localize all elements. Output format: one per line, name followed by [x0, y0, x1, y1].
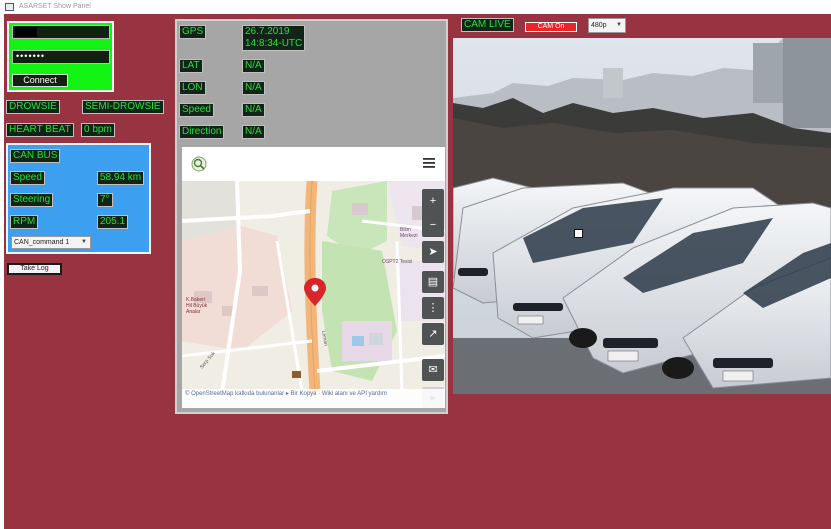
info-button[interactable]: ⋮ [422, 297, 444, 319]
direction-value: N/A [242, 125, 265, 139]
resolution-select[interactable]: 480p ▼ [588, 18, 626, 33]
chevron-down-icon: ▼ [81, 239, 87, 245]
heart-beat-value: 0 bpm [81, 123, 115, 137]
gps-date: 26.7.2019 [245, 26, 290, 37]
info-icon: ⋮ [427, 302, 439, 314]
share-icon: ↗ [428, 328, 438, 340]
username-field[interactable] [12, 25, 110, 39]
map-tiles[interactable]: K.Bakeri Hil Büyük Analar Leman OSPT2 Tesi… [182, 181, 445, 393]
lon-label: LON [179, 81, 206, 95]
password-field[interactable]: ••••••• [12, 50, 110, 64]
window-title: ASARSET Show Panel [19, 3, 91, 10]
gps-label: GPS [179, 25, 207, 39]
layers-icon: ▤ [427, 276, 439, 288]
can-speed-label: Speed [10, 171, 45, 185]
map-logo-icon [191, 156, 207, 172]
zoom-in-button[interactable]: + [422, 189, 444, 213]
chevron-down-icon: ▼ [616, 22, 622, 28]
hamburger-menu-icon[interactable] [422, 156, 436, 170]
can-bus-panel: CAN BUS Speed 58.94 km Steering 7° RPM 2… [6, 143, 151, 254]
can-speed-value: 58.94 km [97, 171, 145, 185]
map-label-poi: OSPT2 Tesisi [382, 259, 412, 265]
drowsiness-indicator: DROWSIE [6, 100, 60, 114]
map-poi-icon [292, 371, 301, 378]
note-icon: ✉ [428, 364, 438, 376]
heart-beat-label: HEART BEAT [6, 123, 74, 137]
lon-value: N/A [242, 81, 265, 95]
take-log-button[interactable]: Take Log [7, 263, 62, 275]
can-bus-title: CAN BUS [10, 149, 61, 163]
note-button[interactable]: ✉ [422, 359, 444, 381]
username-redaction [15, 27, 37, 37]
can-command-select[interactable]: CAN_command 1 ▼ [11, 236, 91, 249]
login-panel: ••••••• Connect [7, 21, 114, 92]
can-steering-label: Steering [10, 193, 54, 207]
map-header [182, 147, 445, 181]
camera-cursor [574, 229, 583, 238]
locate-button[interactable]: ➤ [422, 241, 444, 263]
resolution-selected: 480p [591, 22, 607, 29]
lat-label: LAT [179, 59, 203, 73]
cam-live-label: CAM LIVE [461, 18, 514, 32]
gps-speed-label: Speed [179, 103, 214, 117]
can-command-selected: CAN_command 1 [14, 239, 70, 246]
gps-time: 14:8:34-UTC [245, 38, 303, 49]
layers-button[interactable]: ▤ [422, 271, 444, 293]
share-button[interactable]: ↗ [422, 323, 444, 345]
camera-image [453, 38, 831, 394]
gps-panel: GPS 26.7.2019 14:8:34-UTC LAT N/A LON N/… [175, 19, 448, 414]
connect-button[interactable]: Connect [12, 74, 68, 87]
camera-feed[interactable] [453, 38, 831, 394]
map-attribution[interactable]: © OpenStreetMap katkıda bulunanlar ▸ Bir… [182, 389, 445, 408]
gps-speed-value: N/A [242, 103, 265, 117]
semi-drowsiness-indicator: SEMI-DROWSIE [82, 100, 164, 114]
window-titlebar: ASARSET Show Panel [0, 0, 831, 14]
can-rpm-label: RPM [10, 215, 39, 229]
can-steering-value: 7° [97, 193, 113, 207]
gps-datetime: 26.7.2019 14:8:34-UTC [242, 25, 306, 51]
cam-toggle-button[interactable]: CAM On [525, 22, 577, 32]
map-zoom-controls: + − [422, 189, 444, 237]
direction-label: Direction [179, 125, 225, 139]
main-panel: ••••••• Connect DROWSIE SEMI-DROWSIE HEA… [4, 14, 831, 529]
zoom-out-button[interactable]: − [422, 213, 444, 237]
locate-icon: ➤ [428, 246, 438, 258]
map-view[interactable]: K.Bakeri Hil Büyük Analar Leman OSPT2 Tesi… [182, 147, 445, 408]
lat-value: N/A [242, 59, 265, 73]
can-rpm-value: 205.1 [97, 215, 129, 229]
app-icon [5, 3, 14, 11]
